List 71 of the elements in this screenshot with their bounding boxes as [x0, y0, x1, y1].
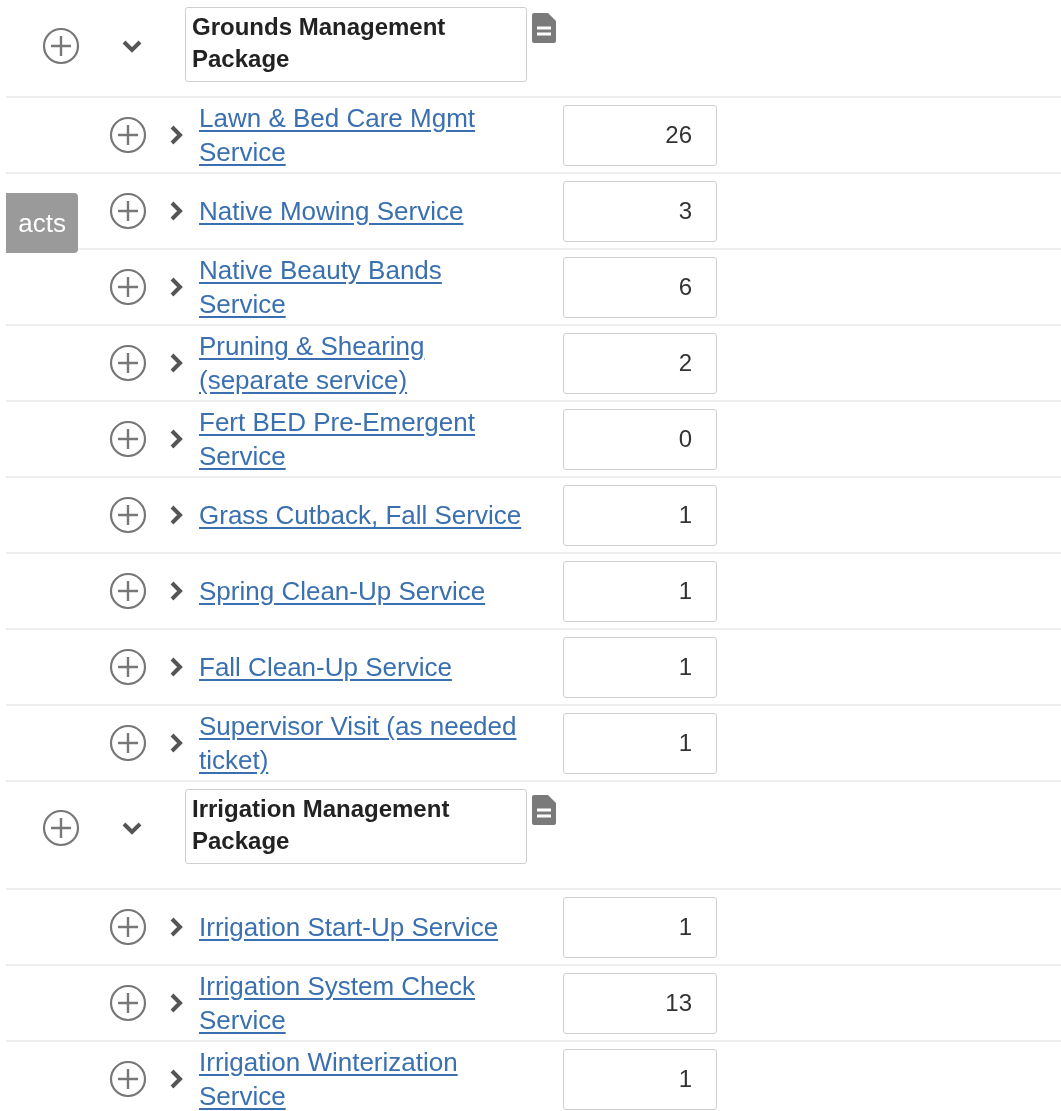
add-icon	[42, 809, 80, 847]
add-button[interactable]	[109, 344, 147, 382]
service-link[interactable]: Irrigation Start-Up Service	[199, 910, 534, 944]
chevron-right-icon	[169, 505, 183, 525]
quantity-field[interactable]: 26	[563, 104, 717, 166]
add-icon	[109, 192, 147, 230]
quantity-field[interactable]: 1	[563, 484, 717, 546]
chevron-down-icon	[122, 821, 142, 835]
add-button[interactable]	[109, 420, 147, 458]
quantity-field[interactable]: 1	[563, 712, 717, 774]
quantity-field[interactable]: 1	[563, 636, 717, 698]
add-icon	[109, 344, 147, 382]
add-icon	[109, 268, 147, 306]
add-icon	[109, 420, 147, 458]
add-button[interactable]	[109, 1060, 147, 1098]
service-link[interactable]: Fall Clean-Up Service	[199, 650, 534, 684]
add-button[interactable]	[109, 116, 147, 154]
add-button[interactable]	[42, 27, 80, 65]
add-button[interactable]	[109, 648, 147, 686]
service-link[interactable]: Supervisor Visit (as needed ticket)	[199, 709, 534, 777]
add-icon	[109, 724, 147, 762]
service-link[interactable]: Irrigation System Check Service	[199, 969, 534, 1037]
service-link[interactable]: Spring Clean-Up Service	[199, 574, 534, 608]
quantity-field[interactable]: 2	[563, 332, 717, 394]
chevron-down-icon	[122, 39, 142, 53]
add-icon	[109, 1060, 147, 1098]
add-button[interactable]	[109, 908, 147, 946]
chevron-right-icon	[169, 201, 183, 221]
quantity-field[interactable]: 0	[563, 408, 717, 470]
chevron-right-icon	[169, 917, 183, 937]
chevron-right-icon	[169, 1069, 183, 1089]
chevron-right-icon	[169, 277, 183, 297]
add-button[interactable]	[42, 809, 80, 847]
side-tab[interactable]: acts	[6, 193, 78, 253]
quantity-field[interactable]: 6	[563, 256, 717, 318]
add-icon	[109, 496, 147, 534]
service-link[interactable]: Pruning & Shearing (separate service)	[199, 329, 534, 397]
quantity-field[interactable]: 1	[563, 1048, 717, 1110]
package-title: Grounds Management Package	[185, 7, 527, 82]
quantity-field[interactable]: 1	[563, 560, 717, 622]
add-icon	[109, 908, 147, 946]
add-button[interactable]	[109, 192, 147, 230]
add-icon	[109, 572, 147, 610]
chevron-right-icon	[169, 353, 183, 373]
add-icon	[109, 648, 147, 686]
document-icon[interactable]	[532, 795, 556, 825]
package-title: Irrigation Management Package	[185, 789, 527, 864]
quantity-field[interactable]: 1	[563, 896, 717, 958]
service-link[interactable]: Irrigation Winterization Service	[199, 1045, 534, 1111]
add-button[interactable]	[109, 984, 147, 1022]
add-button[interactable]	[109, 572, 147, 610]
service-link[interactable]: Grass Cutback, Fall Service	[199, 498, 534, 532]
chevron-right-icon	[169, 429, 183, 449]
add-icon	[42, 27, 80, 65]
add-icon	[109, 984, 147, 1022]
chevron-right-icon	[169, 993, 183, 1013]
add-button[interactable]	[109, 496, 147, 534]
service-link[interactable]: Fert BED Pre-Emergent Service	[199, 405, 534, 473]
add-button[interactable]	[109, 724, 147, 762]
document-icon[interactable]	[532, 13, 556, 43]
service-link[interactable]: Lawn & Bed Care Mgmt Service	[199, 101, 534, 169]
chevron-right-icon	[169, 581, 183, 601]
service-link[interactable]: Native Beauty Bands Service	[199, 253, 534, 321]
quantity-field[interactable]: 13	[563, 972, 717, 1034]
quantity-field[interactable]: 3	[563, 180, 717, 242]
chevron-right-icon	[169, 733, 183, 753]
add-button[interactable]	[109, 268, 147, 306]
add-icon	[109, 116, 147, 154]
chevron-right-icon	[169, 125, 183, 145]
service-link[interactable]: Native Mowing Service	[199, 194, 534, 228]
chevron-right-icon	[169, 657, 183, 677]
